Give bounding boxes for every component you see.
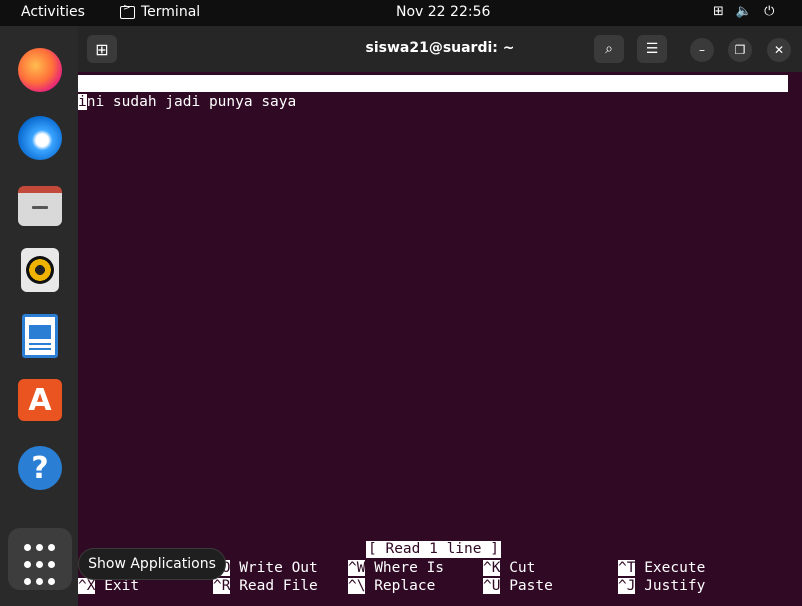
shortcut-key: ^T [618, 560, 636, 576]
grid-dot [36, 561, 43, 568]
dock-thunderbird[interactable] [16, 114, 64, 162]
editor-line[interactable]: ini sudah jadi punya saya [78, 93, 296, 111]
dock-app-center[interactable]: A [16, 376, 64, 424]
shortcut-key: ^J [618, 578, 636, 594]
thunderbird-icon [18, 116, 62, 160]
grid-dot [24, 578, 31, 585]
shortcut-label: Write Out [230, 560, 318, 576]
system-tray[interactable]: ⊞ 🔈 ⏻ [713, 4, 774, 19]
shortcut-label: Execute [635, 560, 706, 576]
terminal-content[interactable]: GNU nano 6.2 file21.txt ini sudah jadi p… [78, 72, 802, 606]
power-icon[interactable]: ⏻ [764, 4, 774, 19]
shortcut-key: ^R [213, 578, 231, 594]
menu-icon[interactable]: ☰ [637, 35, 667, 63]
volume-icon[interactable]: 🔈 [736, 4, 752, 19]
grid-dot [48, 544, 55, 551]
shortcut-write-out[interactable]: ^O Write Out [213, 559, 318, 577]
minimize-icon[interactable]: – [690, 38, 714, 62]
terminal-icon [120, 3, 135, 19]
editor-line-text: ni sudah jadi punya saya [86, 94, 297, 110]
dock-help[interactable]: ? [16, 444, 64, 492]
shortcut-label: Read File [230, 578, 318, 594]
shortcut-key: ^W [348, 560, 366, 576]
close-icon[interactable]: ✕ [767, 38, 791, 62]
firefox-icon [18, 48, 62, 92]
dock-writer[interactable] [16, 312, 64, 360]
show-applications-button[interactable] [8, 528, 72, 590]
dock: A ? [0, 26, 78, 606]
shortcut-label: Where Is [365, 560, 445, 576]
app-menu-label: Terminal [141, 4, 201, 20]
grid-dot [48, 578, 55, 585]
grid-dot [24, 561, 31, 568]
terminal-window: ⊞ siswa21@suardi: ~ ⌕ ☰ – ❐ ✕ GNU nano 6… [78, 26, 802, 606]
help-icon: ? [18, 446, 62, 490]
shortcut-label: Paste [500, 578, 553, 594]
show-applications-tooltip: Show Applications [78, 548, 226, 580]
shortcut-label: Justify [635, 578, 706, 594]
nano-status-bar: [ Read 1 line ] [366, 541, 501, 558]
shortcut-key: ^X [78, 578, 96, 594]
shortcut-justify[interactable]: ^J Justify [618, 577, 705, 595]
network-icon[interactable]: ⊞ [713, 4, 724, 19]
app-center-icon: A [18, 379, 62, 421]
shortcut-replace[interactable]: ^\ Replace [348, 577, 435, 595]
grid-dot [36, 544, 43, 551]
shortcut-where-is[interactable]: ^W Where Is [348, 559, 444, 577]
shortcut-key: ^K [483, 560, 501, 576]
shortcut-label: Replace [365, 578, 436, 594]
grid-dot [36, 578, 43, 585]
dock-files[interactable] [16, 182, 64, 230]
grid-dot [24, 544, 31, 551]
top-bar: Activities Terminal Nov 22 22:56 ⊞ 🔈 ⏻ [0, 0, 802, 26]
shortcut-execute[interactable]: ^T Execute [618, 559, 705, 577]
writer-icon [22, 314, 58, 358]
clock[interactable]: Nov 22 22:56 [396, 4, 490, 20]
activities-button[interactable]: Activities [21, 4, 85, 20]
search-icon[interactable]: ⌕ [594, 35, 624, 63]
shortcut-read-file[interactable]: ^R Read File [213, 577, 318, 595]
grid-dot [48, 561, 55, 568]
text-cursor: i [78, 94, 87, 110]
dock-rhythmbox[interactable] [16, 246, 64, 294]
app-menu[interactable]: Terminal [120, 3, 201, 20]
nano-filename: file21.txt [410, 109, 498, 125]
nano-header: GNU nano 6.2 file21.txt [78, 75, 788, 125]
shortcut-cut[interactable]: ^K Cut [483, 559, 535, 577]
rhythmbox-icon [21, 248, 59, 292]
dock-firefox[interactable] [16, 46, 64, 94]
window-titlebar[interactable]: ⊞ siswa21@suardi: ~ ⌕ ☰ – ❐ ✕ [78, 26, 802, 72]
shortcut-key: ^\ [348, 578, 366, 594]
maximize-icon[interactable]: ❐ [728, 38, 752, 62]
files-icon [18, 186, 62, 226]
shortcut-key: ^U [483, 578, 501, 594]
shortcut-label: Cut [500, 560, 536, 576]
shortcut-label: Exit [95, 578, 140, 594]
shortcut-paste[interactable]: ^U Paste [483, 577, 553, 595]
